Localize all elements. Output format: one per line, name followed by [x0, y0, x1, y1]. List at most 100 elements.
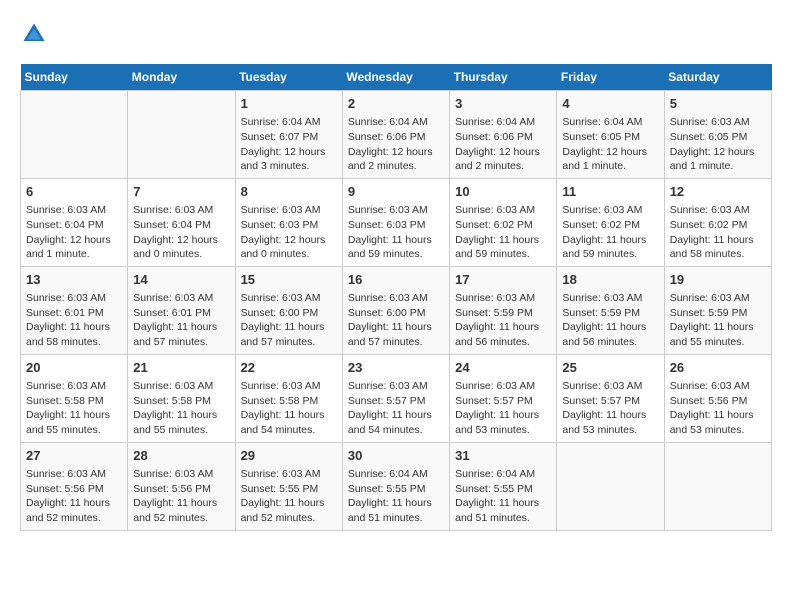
calendar-day: 9 Sunrise: 6:03 AM Sunset: 6:03 PM Daylig… — [342, 178, 449, 266]
calendar-day: 3 Sunrise: 6:04 AM Sunset: 6:06 PM Daylig… — [450, 91, 557, 179]
calendar-day: 29 Sunrise: 6:03 AM Sunset: 5:55 PM Dayli… — [235, 442, 342, 530]
calendar-day — [21, 91, 128, 179]
day-number: 21 — [133, 359, 229, 377]
calendar-day: 30 Sunrise: 6:04 AM Sunset: 5:55 PM Dayli… — [342, 442, 449, 530]
day-info: Sunrise: 6:04 AM Sunset: 5:55 PM Dayligh… — [348, 467, 444, 526]
day-number: 20 — [26, 359, 122, 377]
day-number: 13 — [26, 271, 122, 289]
page-header — [20, 20, 772, 48]
calendar-day: 17 Sunrise: 6:03 AM Sunset: 5:59 PM Dayli… — [450, 266, 557, 354]
day-number: 26 — [670, 359, 766, 377]
weekday-header: Thursday — [450, 64, 557, 91]
day-number: 24 — [455, 359, 551, 377]
calendar-day: 23Sunrise: 6:03 AM Sunset: 5:57 PM Dayli… — [342, 354, 449, 442]
calendar-day: 16 Sunrise: 6:03 AM Sunset: 6:00 PM Dayli… — [342, 266, 449, 354]
day-info: Sunrise: 6:03 AM Sunset: 5:57 PM Dayligh… — [348, 379, 444, 438]
day-info: Sunrise: 6:03 AM Sunset: 5:58 PM Dayligh… — [241, 379, 337, 438]
calendar-day: 27 Sunrise: 6:03 AM Sunset: 5:56 PM Dayli… — [21, 442, 128, 530]
calendar-week-row: 6 Sunrise: 6:03 AM Sunset: 6:04 PM Daylig… — [21, 178, 772, 266]
calendar-day: 1Sunrise: 6:04 AM Sunset: 6:07 PM Daylig… — [235, 91, 342, 179]
day-number: 12 — [670, 183, 766, 201]
day-number: 8 — [241, 183, 337, 201]
day-number: 29 — [241, 447, 337, 465]
logo-icon — [20, 20, 48, 48]
day-number: 15 — [241, 271, 337, 289]
calendar-day: 15 Sunrise: 6:03 AM Sunset: 6:00 PM Dayli… — [235, 266, 342, 354]
calendar-day: 13 Sunrise: 6:03 AM Sunset: 6:01 PM Dayli… — [21, 266, 128, 354]
day-number: 6 — [26, 183, 122, 201]
weekday-header: Wednesday — [342, 64, 449, 91]
day-number: 1 — [241, 95, 337, 113]
calendar-day: 4Sunrise: 6:04 AM Sunset: 6:05 PM Daylig… — [557, 91, 664, 179]
day-number: 10 — [455, 183, 551, 201]
day-info: Sunrise: 6:03 AM Sunset: 6:02 PM Dayligh… — [455, 203, 551, 262]
calendar-day: 25 Sunrise: 6:03 AM Sunset: 5:57 PM Dayli… — [557, 354, 664, 442]
day-info: Sunrise: 6:03 AM Sunset: 5:59 PM Dayligh… — [455, 291, 551, 350]
day-number: 28 — [133, 447, 229, 465]
calendar-week-row: 20 Sunrise: 6:03 AM Sunset: 5:58 PM Dayli… — [21, 354, 772, 442]
day-info: Sunrise: 6:03 AM Sunset: 5:56 PM Dayligh… — [26, 467, 122, 526]
calendar-day — [557, 442, 664, 530]
logo — [20, 20, 52, 48]
calendar-day: 19 Sunrise: 6:03 AM Sunset: 5:59 PM Dayli… — [664, 266, 771, 354]
day-number: 18 — [562, 271, 658, 289]
day-info: Sunrise: 6:03 AM Sunset: 6:01 PM Dayligh… — [26, 291, 122, 350]
calendar-day: 12 Sunrise: 6:03 AM Sunset: 6:02 PM Dayli… — [664, 178, 771, 266]
day-info: Sunrise: 6:03 AM Sunset: 6:04 PM Dayligh… — [26, 203, 122, 262]
calendar-day: 11Sunrise: 6:03 AM Sunset: 6:02 PM Dayli… — [557, 178, 664, 266]
day-number: 17 — [455, 271, 551, 289]
calendar-day: 20Sunrise: 6:03 AM Sunset: 5:58 PM Dayli… — [21, 354, 128, 442]
day-number: 5 — [670, 95, 766, 113]
day-info: Sunrise: 6:04 AM Sunset: 6:05 PM Dayligh… — [562, 115, 658, 174]
calendar-day: 10 Sunrise: 6:03 AM Sunset: 6:02 PM Dayli… — [450, 178, 557, 266]
day-number: 9 — [348, 183, 444, 201]
day-number: 7 — [133, 183, 229, 201]
calendar-day: 6 Sunrise: 6:03 AM Sunset: 6:04 PM Daylig… — [21, 178, 128, 266]
calendar-table: SundayMondayTuesdayWednesdayThursdayFrid… — [20, 64, 772, 531]
day-number: 22 — [241, 359, 337, 377]
day-number: 2 — [348, 95, 444, 113]
weekday-header: Saturday — [664, 64, 771, 91]
calendar-day: 5 Sunrise: 6:03 AM Sunset: 6:05 PM Daylig… — [664, 91, 771, 179]
day-number: 16 — [348, 271, 444, 289]
day-info: Sunrise: 6:03 AM Sunset: 5:57 PM Dayligh… — [562, 379, 658, 438]
calendar-day: 22 Sunrise: 6:03 AM Sunset: 5:58 PM Dayli… — [235, 354, 342, 442]
day-info: Sunrise: 6:03 AM Sunset: 5:59 PM Dayligh… — [562, 291, 658, 350]
calendar-day — [128, 91, 235, 179]
day-number: 31 — [455, 447, 551, 465]
day-info: Sunrise: 6:03 AM Sunset: 5:59 PM Dayligh… — [670, 291, 766, 350]
day-info: Sunrise: 6:03 AM Sunset: 6:04 PM Dayligh… — [133, 203, 229, 262]
calendar-day: 28 Sunrise: 6:03 AM Sunset: 5:56 PM Dayli… — [128, 442, 235, 530]
weekday-header: Friday — [557, 64, 664, 91]
day-info: Sunrise: 6:04 AM Sunset: 6:06 PM Dayligh… — [455, 115, 551, 174]
day-info: Sunrise: 6:03 AM Sunset: 6:02 PM Dayligh… — [670, 203, 766, 262]
calendar-day: 21 Sunrise: 6:03 AM Sunset: 5:58 PM Dayli… — [128, 354, 235, 442]
day-info: Sunrise: 6:03 AM Sunset: 6:01 PM Dayligh… — [133, 291, 229, 350]
calendar-day: 26 Sunrise: 6:03 AM Sunset: 5:56 PM Dayli… — [664, 354, 771, 442]
day-info: Sunrise: 6:03 AM Sunset: 5:56 PM Dayligh… — [670, 379, 766, 438]
day-info: Sunrise: 6:04 AM Sunset: 6:06 PM Dayligh… — [348, 115, 444, 174]
day-number: 30 — [348, 447, 444, 465]
day-info: Sunrise: 6:03 AM Sunset: 6:00 PM Dayligh… — [348, 291, 444, 350]
day-number: 11 — [562, 183, 658, 201]
calendar-day: 14Sunrise: 6:03 AM Sunset: 6:01 PM Dayli… — [128, 266, 235, 354]
weekday-header: Monday — [128, 64, 235, 91]
day-number: 25 — [562, 359, 658, 377]
day-info: Sunrise: 6:03 AM Sunset: 5:58 PM Dayligh… — [133, 379, 229, 438]
day-number: 27 — [26, 447, 122, 465]
day-info: Sunrise: 6:03 AM Sunset: 6:05 PM Dayligh… — [670, 115, 766, 174]
calendar-week-row: 1Sunrise: 6:04 AM Sunset: 6:07 PM Daylig… — [21, 91, 772, 179]
weekday-header: Sunday — [21, 64, 128, 91]
calendar-day — [664, 442, 771, 530]
day-number: 3 — [455, 95, 551, 113]
calendar-day: 24 Sunrise: 6:03 AM Sunset: 5:57 PM Dayli… — [450, 354, 557, 442]
day-info: Sunrise: 6:03 AM Sunset: 5:57 PM Dayligh… — [455, 379, 551, 438]
day-info: Sunrise: 6:03 AM Sunset: 5:56 PM Dayligh… — [133, 467, 229, 526]
calendar-week-row: 13 Sunrise: 6:03 AM Sunset: 6:01 PM Dayli… — [21, 266, 772, 354]
calendar-week-row: 27 Sunrise: 6:03 AM Sunset: 5:56 PM Dayli… — [21, 442, 772, 530]
day-info: Sunrise: 6:03 AM Sunset: 6:00 PM Dayligh… — [241, 291, 337, 350]
day-info: Sunrise: 6:03 AM Sunset: 6:03 PM Dayligh… — [348, 203, 444, 262]
day-number: 19 — [670, 271, 766, 289]
calendar-day: 31Sunrise: 6:04 AM Sunset: 5:55 PM Dayli… — [450, 442, 557, 530]
day-info: Sunrise: 6:03 AM Sunset: 5:55 PM Dayligh… — [241, 467, 337, 526]
